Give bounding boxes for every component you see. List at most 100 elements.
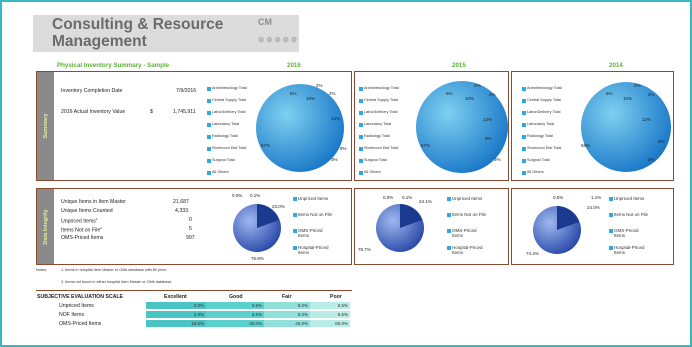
- page: Consulting & Resource Management CM ⚙ ⚙ …: [0, 0, 692, 347]
- pie-label: 0.5%: [553, 195, 564, 200]
- legend-item: Laboratory Total: [364, 122, 392, 126]
- integrity-pie-2016: [233, 204, 281, 252]
- completion-date-value: 7/9/2016: [176, 88, 197, 94]
- legend-swatch: [359, 99, 363, 103]
- logo-text: CM: [258, 17, 272, 27]
- legend-item: Storeroom Dist Total: [212, 146, 247, 150]
- integrity-pie-2015: [376, 204, 424, 252]
- integrity-row-label: OMS-Priced Items: [61, 235, 104, 241]
- title-line-2: Management: [52, 33, 147, 50]
- pie-label: 57%: [421, 143, 431, 148]
- scale-cell: 6.5%: [310, 311, 350, 318]
- legend-item: Unpriced Items: [452, 196, 483, 201]
- year-2014: 2014: [609, 62, 623, 69]
- legend-item: OMS-Priced Items: [614, 228, 639, 238]
- legend-swatch: [207, 171, 211, 175]
- page-title: Consulting & Resource Management: [52, 16, 223, 50]
- scale-cell: 5.0%: [264, 311, 310, 318]
- legend-item: Radiology Total: [527, 134, 553, 138]
- note-2: 2. Items not found in either hospital It…: [61, 280, 173, 284]
- pie-label: 10%: [623, 96, 633, 101]
- integrity-row-label: Items Not on File2: [61, 226, 102, 234]
- legend-swatch: [447, 197, 451, 201]
- legend-swatch: [522, 147, 526, 151]
- integrity-row-value: 21,687: [173, 199, 189, 205]
- integrity-row-value: 4,333: [175, 208, 188, 214]
- legend-swatch: [207, 159, 211, 163]
- scale-cell: 45.0%: [264, 320, 310, 327]
- pie-label: 24.1%: [419, 199, 432, 204]
- legend-item: Surgical Total: [212, 158, 235, 162]
- scale-cell: 2.0%: [146, 311, 206, 318]
- pie-label: 3%: [331, 157, 338, 162]
- summary-heading: Physical Inventory Summary - Sample: [57, 62, 170, 69]
- legend-item: Surgical Total: [364, 158, 387, 162]
- pie-label: 0.1%: [402, 195, 413, 200]
- legend-item: Central Supply Total: [364, 98, 398, 102]
- legend-swatch: [522, 87, 526, 91]
- year-2015: 2015: [452, 62, 466, 69]
- scale-row-label: NOF Items: [59, 312, 85, 318]
- legend-swatch: [609, 229, 613, 233]
- row-text: Items Not on File: [61, 227, 101, 234]
- scale-header-excellent: Excellent: [164, 294, 187, 300]
- legend-item: OMS-Priced Items: [298, 228, 323, 238]
- pie-label: 2%: [474, 83, 481, 88]
- pie-label: 2%: [648, 157, 655, 162]
- integrity-pie-2014: [533, 206, 581, 254]
- legend-swatch: [447, 229, 451, 233]
- legend-swatch: [522, 99, 526, 103]
- legend-swatch: [522, 135, 526, 139]
- pie-label: 23.0%: [272, 204, 285, 209]
- legend-swatch: [359, 147, 363, 151]
- pie-label: 0.0%: [232, 193, 243, 198]
- pie-label: 0.1%: [250, 193, 261, 198]
- legend-item: Radiology Total: [212, 134, 238, 138]
- legend-swatch: [609, 246, 613, 250]
- scale-header-good: Good: [229, 294, 243, 300]
- legend-item: Laboratory Total: [212, 122, 240, 126]
- pie-label: 2%: [316, 83, 323, 88]
- legend-swatch: [359, 87, 363, 91]
- legend-swatch: [359, 171, 363, 175]
- legend-item: Unpriced Items: [298, 196, 329, 201]
- legend-item: Hospital-Priced Items: [298, 245, 329, 255]
- pie-label: 24.0%: [587, 205, 600, 210]
- legend-swatch: [359, 135, 363, 139]
- scale-cell: 15.0%: [146, 320, 206, 327]
- legend-item: OMS-Priced Items: [452, 228, 477, 238]
- scale-cell: 5.0%: [264, 302, 310, 309]
- legend-swatch: [359, 111, 363, 115]
- company-logo: CM ⚙ ⚙ ⚙ ⚙ ⚙: [258, 17, 297, 44]
- scale-cell: 3.5%: [206, 311, 264, 318]
- legend-swatch: [207, 99, 211, 103]
- legend-item: Laboratory Total: [527, 122, 555, 126]
- legend-swatch: [522, 123, 526, 127]
- footnote-marker-2: 2: [100, 226, 102, 230]
- scale-header-fair: Fair: [282, 294, 292, 300]
- pie-label: 12%: [642, 117, 652, 122]
- legend-swatch: [447, 213, 451, 217]
- pie-label: 2%: [489, 92, 496, 97]
- notes-label: Notes:: [36, 268, 47, 272]
- summary-section-label: Summary: [42, 113, 49, 139]
- scale-cell: 6.5%: [310, 302, 350, 309]
- pie-label: 9%: [658, 139, 665, 144]
- inventory-value-label: 2016 Actual Inventory Value: [61, 109, 126, 115]
- pie-label: 10%: [306, 96, 316, 101]
- legend-item: Labor/Delivery Total: [527, 110, 561, 114]
- integrity-row-value: 0: [189, 217, 192, 223]
- summary-sidebar: Summary: [37, 72, 54, 180]
- scale-cell: 3.5%: [206, 302, 264, 309]
- inventory-value: 1,745,911: [173, 109, 196, 115]
- pie-label: 76.9%: [251, 256, 264, 261]
- scale-row-label: Unpriced Items: [59, 303, 94, 309]
- legend-item: Unpriced Items: [614, 196, 645, 201]
- scale-title: SUBJECTIVE EVALUATION SCALE: [37, 294, 123, 300]
- pie-label: 2%: [634, 83, 641, 88]
- integrity-row-value: 997: [186, 235, 195, 241]
- legend-item: Storeroom Dist Total: [527, 146, 562, 150]
- legend-swatch: [522, 171, 526, 175]
- pie-label: 2%: [329, 91, 336, 96]
- pie-label: 74.4%: [526, 251, 539, 256]
